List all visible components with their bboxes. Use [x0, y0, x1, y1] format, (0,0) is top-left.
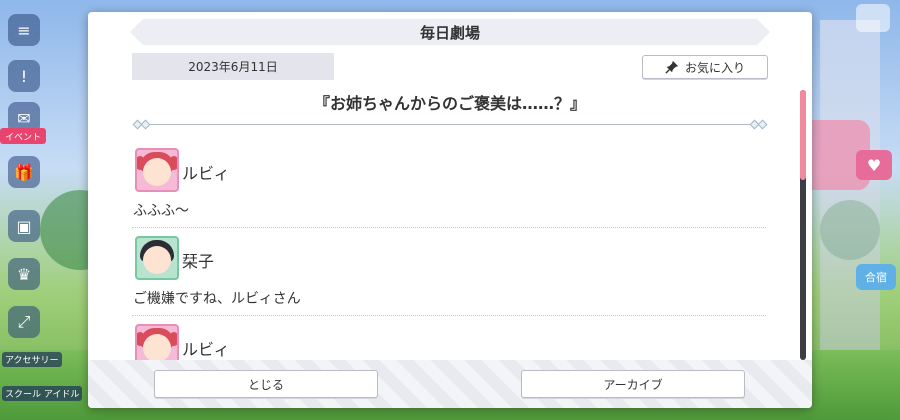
favorite-button[interactable]: お気に入り: [642, 55, 768, 79]
title-divider: [132, 119, 768, 130]
dialogue-list[interactable]: ルビィ ふふふ〜 栞子 ご機嫌ですね、ルビィさん ルビィ: [132, 140, 766, 364]
date-label: 2023年6月11日: [132, 53, 334, 80]
dialog-footer: とじる アーカイブ: [88, 360, 812, 408]
side-menu: ≡ ! ✉ イベント 🎁 ▣ ♛ ⤢ アクセサリー スクール アイドル: [0, 0, 83, 420]
dialog-title: 毎日劇場: [419, 23, 480, 42]
episode-title: 『お姉ちゃんからのご褒美は……？』: [313, 94, 586, 113]
goukaku-button[interactable]: 合宿: [856, 264, 896, 290]
dialogue-text: ふふふ〜: [133, 203, 189, 219]
dialog-title-bar: 毎日劇場: [130, 19, 770, 45]
accessory-label[interactable]: アクセサリー: [2, 352, 62, 367]
speaker-name: 栞子: [182, 252, 215, 271]
ruby-avatar: [135, 324, 179, 364]
dialogue-entry: ルビィ: [132, 316, 766, 364]
pin-icon: [665, 60, 679, 74]
menu-icon[interactable]: ≡: [8, 14, 40, 46]
scroll-thumb[interactable]: [800, 90, 806, 180]
daily-theater-dialog: 毎日劇場 2023年6月11日 お気に入り 『お姉ちゃんからのご褒美は……？』 …: [88, 12, 812, 408]
dialogue-entry: 栞子 ご機嫌ですね、ルビィさん: [132, 228, 766, 316]
shioriko-avatar: [135, 236, 179, 280]
present-icon[interactable]: 🎁: [8, 156, 40, 188]
event-label[interactable]: イベント: [0, 128, 46, 144]
dialogue-entry: ルビィ ふふふ〜: [132, 140, 766, 228]
notice-icon[interactable]: !: [8, 60, 40, 92]
speaker-name: ルビィ: [182, 164, 230, 183]
scrollbar[interactable]: [800, 90, 806, 360]
ruby-avatar: [135, 148, 179, 192]
school-idol-label[interactable]: スクール アイドル: [2, 386, 83, 401]
dialogue-text: ご機嫌ですね、ルビィさん: [133, 291, 301, 307]
top-right-badge[interactable]: [856, 4, 890, 32]
close-button[interactable]: とじる: [154, 370, 378, 398]
trophy-icon[interactable]: ♛: [8, 258, 40, 290]
favorite-label: お気に入り: [684, 60, 745, 75]
expand-icon[interactable]: ⤢: [8, 306, 40, 338]
heart-icon[interactable]: ♥: [856, 150, 892, 180]
speaker-name: ルビィ: [182, 340, 230, 359]
shop-icon[interactable]: ▣: [8, 210, 40, 242]
background-building: [820, 20, 880, 400]
archive-button[interactable]: アーカイブ: [521, 370, 745, 398]
